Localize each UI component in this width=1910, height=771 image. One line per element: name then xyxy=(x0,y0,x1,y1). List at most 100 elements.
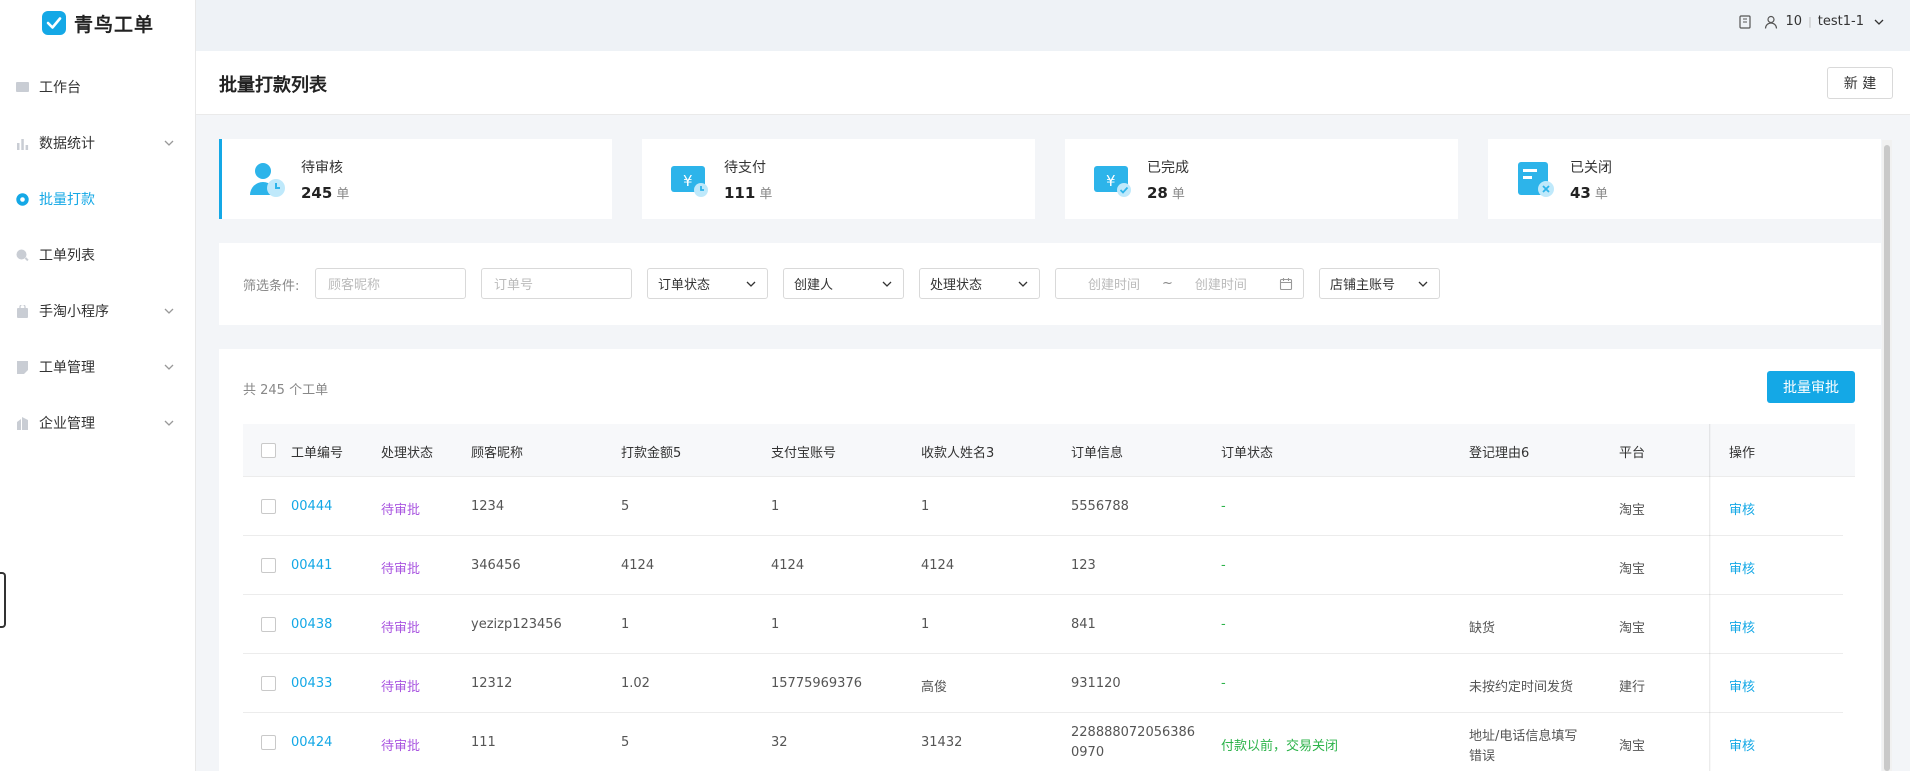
user-menu[interactable]: 10 | test1-1 xyxy=(1738,14,1886,29)
review-link[interactable]: 审核 xyxy=(1729,735,1755,754)
page-title: 批量打款列表 xyxy=(219,75,327,96)
customer-nickname: 111 xyxy=(471,735,496,750)
column-header[interactable]: 顾客昵称 xyxy=(471,442,523,461)
stat-name: 已关闭 xyxy=(1570,159,1612,176)
notebook-icon[interactable] xyxy=(1738,14,1752,29)
sidebar-item-mini-program[interactable]: 手淘小程序 xyxy=(0,283,196,339)
customer-nickname-input[interactable]: 顾客昵称 xyxy=(315,268,466,299)
ticket-id-link[interactable]: 00438 xyxy=(291,617,332,632)
building-icon xyxy=(16,416,29,430)
order-info: 228888072056386 xyxy=(1071,725,1196,740)
column-header[interactable]: 平台 xyxy=(1619,442,1645,461)
column-header[interactable]: 处理状态 xyxy=(381,442,433,461)
row-checkbox[interactable] xyxy=(261,735,276,750)
stat-text: 已关闭 43 单 xyxy=(1570,157,1612,202)
batch-approve-button[interactable]: 批量审批 xyxy=(1767,371,1855,403)
table-row[interactable]: 00424 待审批 111 5 32 31432 228888072056386… xyxy=(243,713,1843,771)
order-info: 931120 xyxy=(1071,676,1121,691)
date-end-placeholder: 创建时间 xyxy=(1194,278,1247,293)
sidebar-item-enterprise[interactable]: 企业管理 xyxy=(0,395,196,451)
svg-text:¥: ¥ xyxy=(1106,172,1116,190)
creator-select[interactable]: 创建人 xyxy=(783,268,904,299)
sidebar-item-label: 工单列表 xyxy=(39,248,95,264)
review-link[interactable]: 审核 xyxy=(1729,558,1755,577)
shop-account-select[interactable]: 店铺主账号 xyxy=(1319,268,1440,299)
user-count: 10 xyxy=(1785,14,1803,29)
column-header[interactable]: 打款金额5 xyxy=(621,442,681,461)
ticket-id-link[interactable]: 00433 xyxy=(291,676,332,691)
process-status-select[interactable]: 处理状态 xyxy=(919,268,1040,299)
created-date-range[interactable]: 创建时间 ~ 创建时间 xyxy=(1055,268,1304,299)
user-icon xyxy=(1764,15,1777,29)
order-status: - xyxy=(1221,499,1226,514)
table-row[interactable]: 00444 待审批 1234 5 1 1 5556788 - 淘宝 审核 xyxy=(243,477,1843,536)
column-header[interactable]: 登记理由6 xyxy=(1469,442,1529,461)
order-status: - xyxy=(1221,617,1226,632)
new-button[interactable]: 新 建 xyxy=(1827,67,1893,99)
svg-text:¥: ¥ xyxy=(683,172,693,190)
order-status: 付款以前，交易关闭 xyxy=(1221,739,1339,754)
table-row[interactable]: 00433 待审批 12312 1.02 15775969376 高俊 9311… xyxy=(243,654,1843,713)
table-row[interactable]: 00438 待审批 yezizp123456 1 1 1 841 - 缺货 淘宝… xyxy=(243,595,1843,654)
stat-count-value: 111 xyxy=(724,183,756,202)
column-header[interactable]: 支付宝账号 xyxy=(771,442,836,461)
row-checkbox[interactable] xyxy=(261,558,276,573)
order-info: 841 xyxy=(1071,617,1096,632)
sidebar-item-ticket-management[interactable]: 工单管理 xyxy=(0,339,196,395)
process-status: 待审批 xyxy=(381,562,421,577)
order-info-continued: 0970 xyxy=(1071,745,1105,760)
table-header: 工单编号 处理状态 顾客昵称 打款金额5 支付宝账号 收款人姓名3 订单信息 订… xyxy=(243,424,1855,477)
chevron-down-icon xyxy=(746,281,756,287)
chevron-down-icon xyxy=(1874,19,1884,25)
sidebar-item-label: 手淘小程序 xyxy=(39,304,109,320)
review-link[interactable]: 审核 xyxy=(1729,499,1755,518)
date-separator: ~ xyxy=(1162,276,1173,291)
payee-name: 1 xyxy=(921,499,930,514)
sidebar-item-statistics[interactable]: 数据统计 xyxy=(0,115,196,171)
ticket-id-link[interactable]: 00441 xyxy=(291,558,332,573)
alipay-account: 4124 xyxy=(771,558,805,573)
side-drag-handle[interactable] xyxy=(0,572,6,628)
stat-card-pending-review[interactable]: 待审核 245 单 xyxy=(219,139,612,219)
column-header[interactable]: 订单状态 xyxy=(1221,442,1273,461)
page-scrollbar-thumb[interactable] xyxy=(1884,145,1890,771)
chevron-down-icon xyxy=(164,140,174,146)
column-header[interactable]: 收款人姓名3 xyxy=(921,442,994,461)
table-panel: 共 245 个工单 批量审批 工单编号 处理状态 顾客昵称 打款金额5 支付宝账… xyxy=(219,349,1881,771)
app-logo[interactable]: 青鸟工单 xyxy=(42,10,154,36)
sidebar-item-workbench[interactable]: 工作台 xyxy=(0,59,196,115)
payment-amount: 4124 xyxy=(621,558,655,573)
row-checkbox[interactable] xyxy=(261,676,276,691)
payee-name: 31432 xyxy=(921,735,963,750)
chevron-down-icon xyxy=(1418,281,1428,287)
ticket-id-link[interactable]: 00424 xyxy=(291,735,332,750)
column-header[interactable]: 订单信息 xyxy=(1071,442,1123,461)
stat-card-completed[interactable]: ¥ 已完成 28 单 xyxy=(1065,139,1458,219)
stat-text: 待审核 245 单 xyxy=(301,157,349,202)
stat-card-closed[interactable]: 已关闭 43 单 xyxy=(1488,139,1881,219)
shop-account-value: 店铺主账号 xyxy=(1330,278,1396,293)
sidebar-item-ticket-list[interactable]: 工单列表 xyxy=(0,227,196,283)
ticket-id-link[interactable]: 00444 xyxy=(291,499,332,514)
chevron-down-icon xyxy=(164,364,174,370)
row-checkbox[interactable] xyxy=(261,499,276,514)
select-all-checkbox[interactable] xyxy=(261,443,276,458)
stat-text: 待支付 111 单 xyxy=(724,157,772,202)
review-link[interactable]: 审核 xyxy=(1729,617,1755,636)
sidebar-item-batch-payment[interactable]: 批量打款 xyxy=(0,171,196,227)
sidebar-item-label: 企业管理 xyxy=(39,416,95,432)
table-row[interactable]: 00441 待审批 346456 4124 4124 4124 123 - 淘宝… xyxy=(243,536,1843,595)
order-status-select[interactable]: 订单状态 xyxy=(647,268,768,299)
registration-reason: 地址/电话信息填写 xyxy=(1469,729,1578,744)
column-header[interactable]: 工单编号 xyxy=(291,442,343,461)
row-checkbox[interactable] xyxy=(261,617,276,632)
stat-card-pending-payment[interactable]: ¥ 待支付 111 单 xyxy=(642,139,1035,219)
order-number-input[interactable]: 订单号 xyxy=(481,268,632,299)
fixed-column-shadow xyxy=(1709,424,1711,771)
column-header[interactable]: 操作 xyxy=(1729,442,1755,461)
platform: 淘宝 xyxy=(1619,739,1646,754)
registration-reason: 未按约定时间发货 xyxy=(1469,680,1574,695)
review-link[interactable]: 审核 xyxy=(1729,676,1755,695)
order-status: - xyxy=(1221,558,1226,573)
yuan-wallet-icon: ¥ xyxy=(670,159,710,199)
